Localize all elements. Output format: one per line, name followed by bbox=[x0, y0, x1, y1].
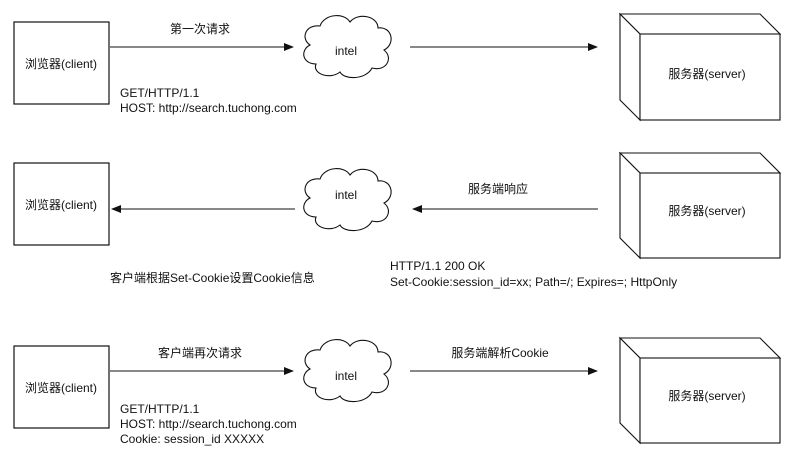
client-label: 浏览器(client) bbox=[25, 197, 97, 212]
row-3: 浏览器(client) 客户端再次请求 intel 服务端解析Cookie 服务… bbox=[13, 336, 782, 446]
cookie-header-line: Cookie: session_id XXXXX bbox=[120, 432, 264, 446]
cloud-label: intel bbox=[335, 369, 357, 383]
response-status-line: HTTP/1.1 200 OK bbox=[390, 259, 485, 273]
response-arrow-label: 服务端响应 bbox=[468, 181, 528, 196]
host-line: HOST: http://search.tuchong.com bbox=[120, 101, 297, 115]
parse-cookie-arrow-label: 服务端解析Cookie bbox=[451, 345, 549, 360]
client-label: 浏览器(client) bbox=[25, 380, 97, 395]
client-set-cookie-note: 客户端根据Set-Cookie设置Cookie信息 bbox=[110, 270, 315, 285]
row-1: 浏览器(client) 第一次请求 intel 服务器(server) GET/… bbox=[13, 12, 782, 122]
cloud-label: intel bbox=[335, 188, 357, 202]
set-cookie-header-line: Set-Cookie:session_id=xx; Path=/; Expire… bbox=[390, 275, 677, 289]
host-line: HOST: http://search.tuchong.com bbox=[120, 417, 297, 431]
cookie-flow-diagram: 浏览器(client) 第一次请求 intel 服务器(server) GET/… bbox=[13, 12, 782, 446]
server-label: 服务器(server) bbox=[668, 388, 745, 403]
cloud-label: intel bbox=[335, 44, 357, 58]
request-arrow-label: 第一次请求 bbox=[170, 22, 230, 36]
row-2: 浏览器(client) intel 服务端响应 服务器(server) 客户端根… bbox=[13, 151, 782, 289]
server-label: 服务器(server) bbox=[668, 66, 745, 81]
client-label: 浏览器(client) bbox=[25, 56, 97, 71]
server-label: 服务器(server) bbox=[668, 203, 745, 218]
request-line: GET/HTTP/1.1 bbox=[120, 402, 200, 416]
request-line: GET/HTTP/1.1 bbox=[120, 86, 200, 100]
second-request-arrow-label: 客户端再次请求 bbox=[158, 345, 242, 360]
